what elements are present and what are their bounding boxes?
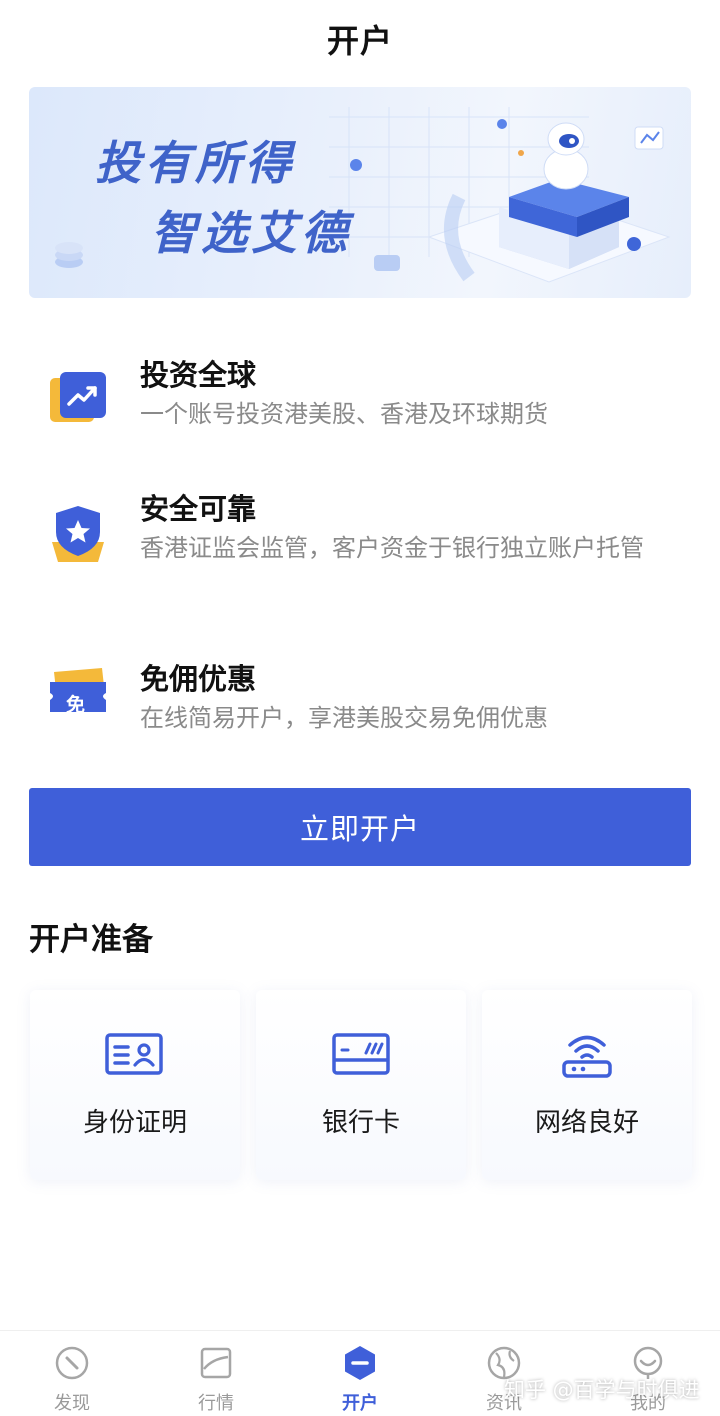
open-account-button[interactable]: 立即开户 xyxy=(29,788,691,866)
banner-slogan-line2: 智选艾德 xyxy=(151,206,351,260)
wifi-router-icon xyxy=(562,1035,612,1078)
feature-title: 免佣优惠 xyxy=(140,662,257,696)
prep-item-id: 身份证明 xyxy=(30,990,240,1180)
compass-icon xyxy=(55,1346,89,1380)
prep-item-label: 网络良好 xyxy=(534,1108,639,1138)
feature-title: 安全可靠 xyxy=(140,492,257,526)
prep-item-bank-card: 银行卡 xyxy=(256,990,466,1180)
page-title: 开户 xyxy=(326,22,393,60)
banner-slogan-line1: 投有所得 xyxy=(95,136,295,190)
coupon-badge-text: 免 xyxy=(66,694,86,716)
section-title: 开户准备 xyxy=(29,922,153,958)
prep-item-label: 身份证明 xyxy=(82,1108,187,1138)
tab-label: 开户 xyxy=(342,1393,378,1414)
shield-star-icon xyxy=(52,506,104,562)
open-account-icon xyxy=(345,1346,375,1380)
bank-card-icon xyxy=(332,1033,390,1075)
feature-description: 在线简易开户，享港美股交易免佣优惠 xyxy=(140,704,548,732)
feature-description: 一个账号投资港美股、香港及环球期货 xyxy=(140,400,548,428)
tab-label: 行情 xyxy=(198,1393,234,1414)
watermark: 知乎 @百学与时俱进 xyxy=(504,1378,700,1402)
tab-market[interactable]: 行情 xyxy=(144,1331,288,1416)
chart-icon xyxy=(200,1347,232,1379)
tab-label: 发现 xyxy=(54,1393,90,1414)
feature-description: 香港证监会监管，客户资金于银行独立账户托管 xyxy=(140,534,644,562)
tab-open-account[interactable]: 开户 xyxy=(288,1331,432,1416)
prep-item-network: 网络良好 xyxy=(482,990,692,1180)
prep-item-label: 银行卡 xyxy=(321,1108,400,1138)
trend-chart-icon xyxy=(50,372,106,422)
id-card-icon xyxy=(105,1033,163,1075)
promo-banner[interactable]: 投有所得 智选艾德 xyxy=(29,87,691,298)
feature-title: 投资全球 xyxy=(140,358,257,392)
top-bar: 开户 xyxy=(0,0,720,78)
tab-discover[interactable]: 发现 xyxy=(0,1331,144,1416)
